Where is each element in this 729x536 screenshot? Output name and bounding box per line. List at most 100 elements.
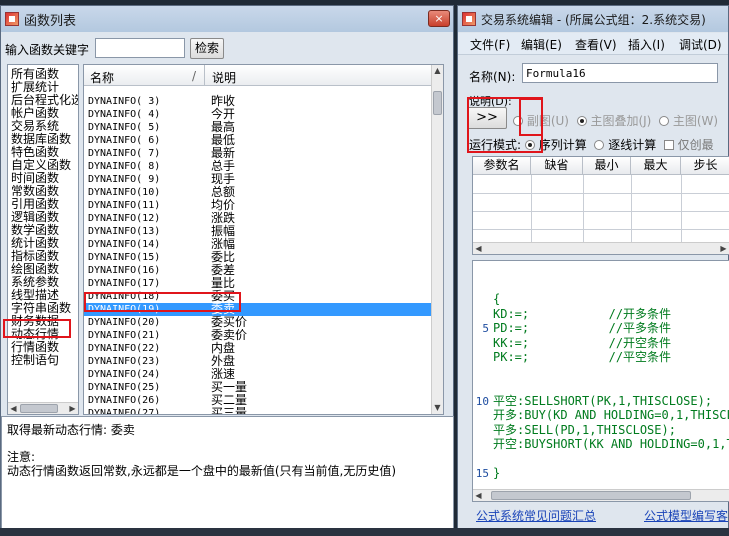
- code-line[interactable]: 开空:BUYSHORT(KK AND HOLDING=0,1,THISCLOSE…: [493, 437, 729, 452]
- function-row[interactable]: DYNAINFO(21) 委卖价: [84, 329, 431, 342]
- function-name: DYNAINFO(10): [88, 187, 161, 198]
- function-row[interactable]: DYNAINFO(12) 涨跌: [84, 212, 431, 225]
- highlight-box-function: [84, 292, 241, 312]
- function-row[interactable]: DYNAINFO(22) 内盘: [84, 342, 431, 355]
- function-name: DYNAINFO(21): [88, 330, 161, 341]
- function-row[interactable]: DYNAINFO(14) 涨幅: [84, 238, 431, 251]
- radio-main-overlay[interactable]: [576, 116, 587, 126]
- function-row[interactable]: DYNAINFO( 9) 现手: [84, 173, 431, 186]
- function-row[interactable]: DYNAINFO( 7) 最新: [84, 147, 431, 160]
- radio-main-chart[interactable]: [659, 116, 669, 126]
- function-name: DYNAINFO( 4): [88, 109, 161, 120]
- function-row[interactable]: DYNAINFO(25) 买一量: [84, 381, 431, 394]
- editor-title: 交易系统编辑 - (所属公式组：2.系统交易): [481, 12, 706, 27]
- menu-edit[interactable]: 编辑(E): [521, 36, 562, 53]
- checkbox-latest-only[interactable]: [663, 140, 674, 150]
- scroll-down-icon[interactable]: ▼: [432, 403, 443, 413]
- code-line[interactable]: PD:=; //平多条件: [493, 321, 671, 336]
- scroll-right-icon[interactable]: ▶: [67, 404, 78, 414]
- function-row[interactable]: DYNAINFO( 4) 今开: [84, 108, 431, 121]
- description-panel: 取得最新动态行情: 委卖 注意: 动态行情函数返回常数,永远都是一个盘中的最新值…: [1, 416, 454, 529]
- function-row[interactable]: DYNAINFO( 3) 昨收: [84, 95, 431, 108]
- grid-line: [473, 211, 729, 212]
- function-row[interactable]: DYNAINFO(10) 总额: [84, 186, 431, 199]
- function-name: DYNAINFO( 8): [88, 161, 161, 172]
- function-row[interactable]: DYNAINFO(23) 外盘: [84, 355, 431, 368]
- code-line[interactable]: PK:=; //平空条件: [493, 350, 671, 365]
- function-name: DYNAINFO( 9): [88, 174, 161, 185]
- function-name: DYNAINFO(20): [88, 317, 161, 328]
- function-row[interactable]: DYNAINFO(11) 均价: [84, 199, 431, 212]
- function-row[interactable]: DYNAINFO( 6) 最低: [84, 134, 431, 147]
- code-editor[interactable]: {KD:=; //开多条件 5 PD:=; //平多条件 KK:=; //开空条件 PK…: [472, 260, 729, 502]
- grid-line: [531, 175, 532, 242]
- function-desc: 买三量: [211, 406, 248, 415]
- code-line[interactable]: KD:=; //开多条件: [493, 307, 671, 322]
- function-row[interactable]: DYNAINFO(24) 涨速: [84, 368, 431, 381]
- grid-line: [583, 175, 584, 242]
- code-line[interactable]: }: [493, 466, 500, 481]
- search-input[interactable]: [95, 38, 185, 58]
- scroll-right-icon[interactable]: ▶: [718, 244, 729, 254]
- scroll-thumb[interactable]: [433, 91, 442, 115]
- scroll-left-icon[interactable]: ◀: [473, 244, 484, 254]
- column-name-header[interactable]: 名称: [90, 69, 114, 86]
- highlight-box-category: [3, 319, 71, 338]
- code-line[interactable]: 平多:SELL(PD,1,THISCLOSE);: [493, 423, 676, 438]
- parameter-table[interactable]: 参数名 缺省 最小 最大 步长 ◀ ▶: [472, 156, 729, 255]
- menu-insert[interactable]: 插入(I): [628, 36, 665, 53]
- radio-per-tick[interactable]: [594, 140, 605, 150]
- code-line[interactable]: {: [493, 292, 500, 307]
- option-sequential: 序列计算: [538, 138, 587, 152]
- function-row[interactable]: DYNAINFO(16) 委差: [84, 264, 431, 277]
- function-row[interactable]: DYNAINFO(17) 量比: [84, 277, 431, 290]
- category-tree[interactable]: 所有函数 扩展统计 后台程式化选 帐户函数 交易系统 数据库函数 特色函数 自定义函数 时间函数…: [7, 64, 79, 415]
- function-name: DYNAINFO(12): [88, 213, 161, 224]
- function-list[interactable]: 名称 / 说明 DYNAINFO( 3) 昨收 DYNAINFO( 4) 今开 DYNA…: [83, 64, 444, 415]
- function-list-titlebar[interactable]: 函数列表: [1, 6, 453, 32]
- code-line[interactable]: 开多:BUY(KD AND HOLDING=0,1,THISCLOSE);: [493, 408, 729, 423]
- menu-view[interactable]: 查看(V): [575, 36, 617, 53]
- editor-titlebar[interactable]: 交易系统编辑 - (所属公式组：2.系统交易): [458, 6, 728, 32]
- menu-debug[interactable]: 调试(D): [679, 36, 722, 53]
- function-row[interactable]: DYNAINFO(13) 振幅: [84, 225, 431, 238]
- scroll-thumb[interactable]: [20, 404, 58, 413]
- formula-name-input[interactable]: [522, 63, 718, 83]
- menu-file[interactable]: 文件(F): [470, 36, 510, 53]
- option-per-tick: 逐线计算: [608, 138, 657, 152]
- param-header-step: 步长: [681, 157, 729, 175]
- category-hscroll[interactable]: ◀ ▶: [8, 402, 78, 414]
- grid-line: [473, 193, 729, 194]
- function-row[interactable]: DYNAINFO(26) 买二量: [84, 394, 431, 407]
- function-name: DYNAINFO(25): [88, 382, 161, 393]
- code-line[interactable]: KK:=; //开空条件: [493, 336, 671, 351]
- scroll-up-icon[interactable]: ▲: [432, 66, 443, 76]
- scroll-left-icon[interactable]: ◀: [8, 404, 19, 414]
- param-hscroll[interactable]: ◀ ▶: [473, 242, 729, 254]
- scroll-left-icon[interactable]: ◀: [473, 491, 484, 501]
- search-button[interactable]: 检索: [190, 38, 224, 59]
- scroll-thumb[interactable]: [491, 491, 691, 500]
- category-item[interactable]: 控制语句: [11, 354, 59, 367]
- function-name: DYNAINFO( 5): [88, 122, 161, 133]
- function-row[interactable]: DYNAINFO(20) 委买价: [84, 316, 431, 329]
- line-number: 5: [482, 322, 489, 335]
- close-button[interactable]: ×: [428, 10, 450, 27]
- column-desc-header[interactable]: 说明: [212, 69, 236, 86]
- function-row[interactable]: DYNAINFO( 5) 最高: [84, 121, 431, 134]
- function-row[interactable]: DYNAINFO(27) 买三量: [84, 407, 431, 415]
- formula-guide-link[interactable]: 公式模型编写客: [644, 507, 728, 524]
- function-name: DYNAINFO(23): [88, 356, 161, 367]
- faq-link[interactable]: 公式系统常见问题汇总: [476, 507, 596, 524]
- function-row[interactable]: DYNAINFO( 8) 总手: [84, 160, 431, 173]
- function-row[interactable]: DYNAINFO(15) 委比: [84, 251, 431, 264]
- function-name: DYNAINFO(16): [88, 265, 161, 276]
- function-name: DYNAINFO(15): [88, 252, 161, 263]
- column-divider: [204, 65, 205, 86]
- function-name: DYNAINFO(13): [88, 226, 161, 237]
- function-list-vscroll[interactable]: ▲ ▼: [431, 65, 443, 414]
- code-hscroll[interactable]: ◀: [473, 489, 729, 501]
- line-number: 15: [475, 467, 489, 480]
- name-label: 名称(N):: [469, 70, 516, 84]
- code-line[interactable]: 平空:SELLSHORT(PK,1,THISCLOSE);: [493, 394, 712, 409]
